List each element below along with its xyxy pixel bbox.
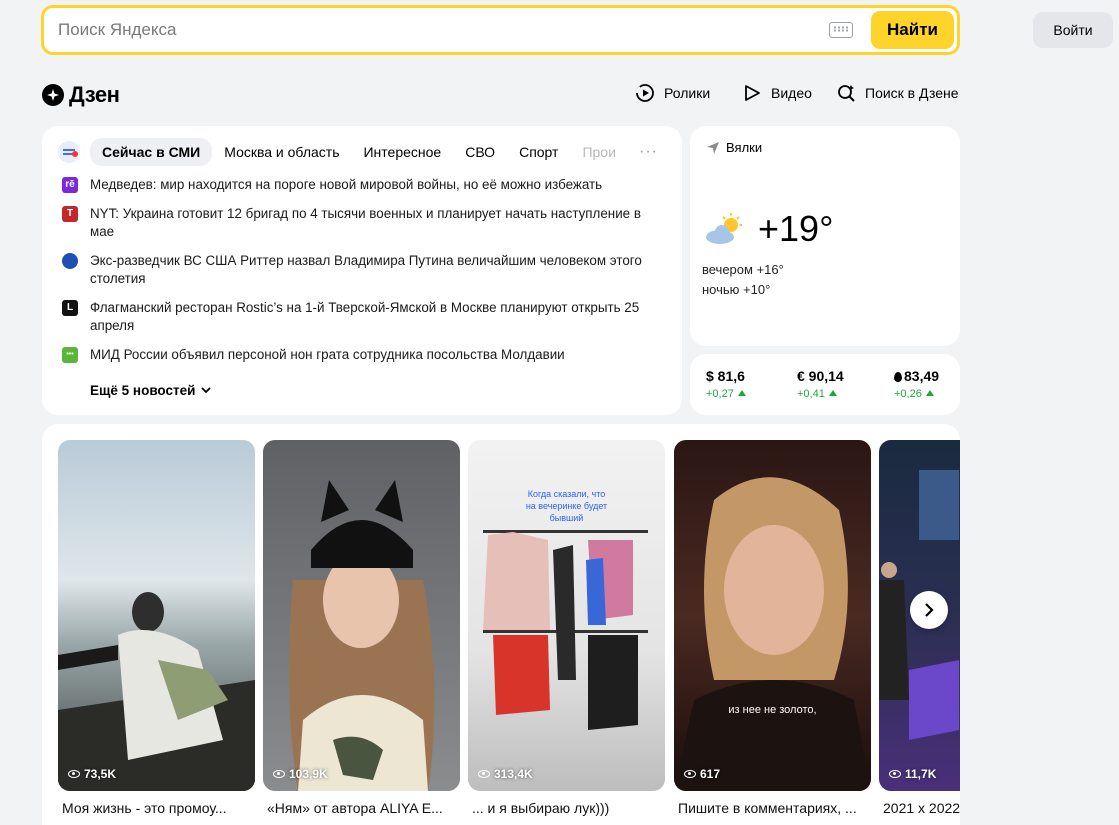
news-item[interactable]: Экс-разведчик ВС США Риттер назвал Влади…	[62, 252, 662, 288]
eye-icon	[273, 770, 285, 778]
night-forecast: ночью +10°	[702, 282, 771, 297]
chevron-down-icon	[201, 387, 212, 394]
keyboard-icon[interactable]	[829, 22, 854, 38]
clips-icon	[634, 82, 656, 104]
nav-clips-label: Ролики	[664, 85, 711, 101]
clip-caption: из нее не золото,	[728, 704, 817, 716]
clip-thumbnail[interactable]: Когда сказали, что на вечеринке будет бы…	[468, 440, 665, 791]
more-tabs-icon[interactable]: ···	[639, 143, 658, 161]
rate-oil-change: +0,26	[894, 388, 939, 400]
eye-icon	[684, 770, 696, 778]
search-button[interactable]: Найти	[871, 11, 954, 49]
source-icon: Т	[62, 206, 78, 222]
news-item[interactable]: Т NYT: Украина готовит 12 бригад по 4 ты…	[62, 205, 662, 241]
nav-video[interactable]: Видео	[741, 82, 812, 104]
tab-now-in-media[interactable]: Сейчас в СМИ	[90, 138, 213, 166]
tab-interesting[interactable]: Интересное	[351, 138, 453, 166]
rate-usd-value: $ 81,6	[706, 368, 745, 384]
clip-thumbnail[interactable]: 73,5K	[58, 440, 255, 791]
views-count: 617	[684, 767, 720, 781]
login-button[interactable]: Войти	[1033, 12, 1113, 48]
partly-cloudy-icon	[706, 213, 742, 244]
more-news-label: Ещё 5 новостей	[90, 383, 196, 398]
tab-svo[interactable]: СВО	[453, 138, 507, 166]
location-arrow-icon	[707, 141, 719, 154]
search-input[interactable]	[44, 8, 830, 52]
clip-title[interactable]: 2021 x 2022	[883, 800, 960, 816]
chevron-right-icon	[925, 603, 934, 617]
clip-image	[674, 477, 871, 791]
views-count: 103,9K	[273, 767, 328, 781]
tab-incidents[interactable]: Происшествия	[570, 138, 616, 166]
oil-drop-icon	[894, 372, 902, 382]
source-icon: rē	[62, 177, 78, 193]
evening-forecast: вечером +16°	[702, 262, 784, 277]
temp-row: +19°	[704, 208, 833, 250]
nav-clips[interactable]: Ролики	[634, 82, 710, 104]
rate-oil[interactable]: 83,49 +0,26	[894, 368, 939, 400]
nav-video-label: Видео	[771, 85, 812, 101]
clip-title[interactable]: «Ням» от автора ALIYA E...	[267, 800, 457, 816]
views-count: 313,4K	[478, 767, 533, 781]
news-card: Сейчас в СМИ Москва и область Интересное…	[42, 126, 682, 415]
clip-thumbnail[interactable]: 103,9K	[263, 440, 460, 791]
news-headline: Медведев: мир находится на пороге новой …	[90, 177, 603, 192]
news-tabs: Сейчас в СМИ Москва и область Интересное…	[58, 138, 668, 166]
eye-icon	[68, 770, 80, 778]
rate-usd-change: +0,27	[706, 388, 746, 400]
source-icon: •••	[62, 347, 78, 363]
rate-usd[interactable]: $ 81,6 +0,27	[706, 368, 746, 400]
news-item[interactable]: L Флагманский ресторан Rostic’s на 1-й Т…	[62, 299, 662, 335]
search-bar: Найти	[41, 5, 960, 55]
location-name: Вялки	[726, 140, 763, 155]
nav-zen-search[interactable]: Поиск в Дзене	[835, 82, 959, 104]
rate-eur-change: +0,41	[797, 388, 844, 400]
news-headline: Экс-разведчик ВС США Риттер назвал Влади…	[90, 253, 642, 286]
more-news-button[interactable]: Ещё 5 новостей	[90, 383, 212, 398]
zen-search-icon	[835, 82, 857, 104]
current-temperature: +19°	[758, 208, 834, 249]
views-count: 73,5K	[68, 767, 116, 781]
play-icon	[741, 82, 763, 104]
forecast: вечером +16° ночью +10°	[702, 260, 784, 300]
clip-thumbnail[interactable]: из нее не золото, 617	[674, 440, 871, 791]
weather-location: Вялки	[706, 140, 762, 155]
clip-title[interactable]: Пишите в комментариях, ...	[678, 800, 868, 816]
tab-sport[interactable]: Спорт	[507, 138, 570, 166]
clip-image	[289, 480, 435, 791]
clip-image	[58, 592, 255, 791]
next-clips-button[interactable]	[910, 591, 948, 629]
news-headline: Флагманский ресторан Rostic’s на 1-й Тве…	[90, 300, 640, 333]
rate-eur[interactable]: € 90,14 +0,41	[797, 368, 844, 400]
news-item[interactable]: ••• МИД России объявил персоной нон грат…	[62, 346, 662, 364]
views-count: 11,7K	[889, 767, 936, 781]
news-list: rē Медведев: мир находится на пороге нов…	[62, 176, 662, 375]
rates-card: $ 81,6 +0,27 € 90,14 +0,41 83,49 +0,26	[690, 354, 960, 415]
news-logo-icon	[58, 141, 80, 163]
clip-title[interactable]: ... и я выбираю лук)))	[472, 800, 662, 816]
zen-logo-icon	[42, 84, 64, 106]
source-icon: L	[62, 300, 78, 316]
weather-card[interactable]: Вялки +19° вечером +16° ночью +10°	[690, 126, 960, 346]
eye-icon	[889, 770, 901, 778]
zen-logo[interactable]: Дзен	[42, 82, 120, 108]
news-headline: МИД России объявил персоной нон грата со…	[90, 347, 565, 362]
rate-oil-value: 83,49	[904, 368, 940, 384]
tab-moscow[interactable]: Москва и область	[212, 138, 351, 166]
rate-eur-value: € 90,14	[797, 368, 844, 384]
source-icon	[62, 253, 78, 269]
news-item[interactable]: rē Медведев: мир находится на пороге нов…	[62, 176, 662, 194]
clips-feed: 73,5K Моя жизнь - это промоу... 103,9K «…	[42, 424, 960, 825]
eye-icon	[478, 770, 490, 778]
zen-logo-text: Дзен	[69, 82, 120, 107]
news-headline: NYT: Украина готовит 12 бригад по 4 тыся…	[90, 206, 641, 239]
nav-zen-search-label: Поиск в Дзене	[865, 85, 959, 101]
clip-title[interactable]: Моя жизнь - это промоу...	[62, 800, 252, 816]
clip-image	[483, 530, 648, 730]
